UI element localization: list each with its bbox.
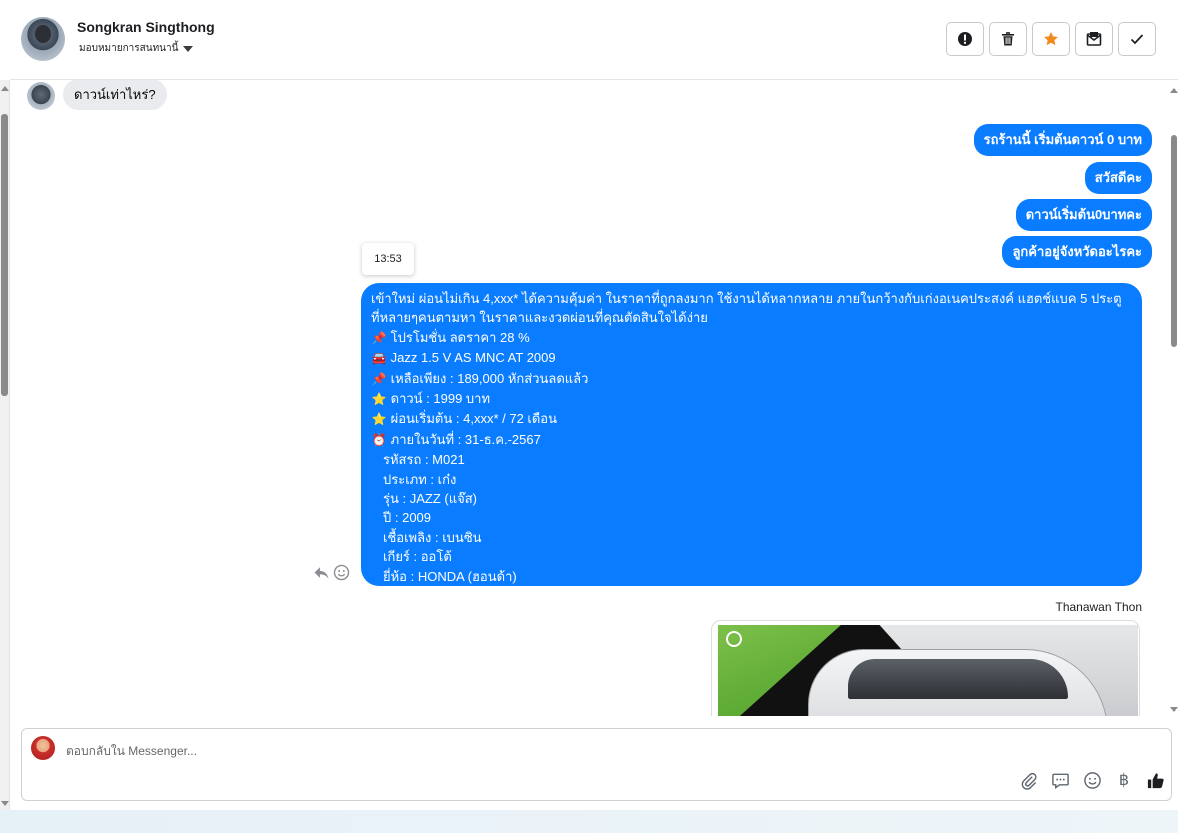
react-emoji-icon[interactable]: [333, 564, 350, 581]
car-photo[interactable]: [718, 625, 1138, 716]
scroll-down-arrow[interactable]: [1, 801, 9, 806]
scroll-up-arrow[interactable]: [1170, 88, 1178, 93]
reply-icon[interactable]: [313, 564, 330, 581]
outgoing-long-message[interactable]: เข้าใหม่ ผ่อนไม่เกิน 4,xxx* ได้ความคุ้มค…: [361, 283, 1142, 586]
star-button[interactable]: [1032, 22, 1070, 56]
saved-replies-icon[interactable]: [1051, 771, 1070, 790]
spec-line: เชื้อเพลิง : เบนซิน: [383, 529, 482, 545]
assign-conversation-dropdown[interactable]: มอบหมายการสนทนานี้: [79, 41, 194, 56]
message-intro: เข้าใหม่ ผ่อนไม่เกิน 4,xxx* ได้ความคุ้มค…: [371, 291, 1122, 326]
spec-line: รหัสรถ : M021: [383, 452, 465, 468]
scroll-down-arrow[interactable]: [1170, 707, 1178, 712]
message-actions: [313, 564, 350, 581]
incoming-message[interactable]: ดาวน์เท่าไหร่?: [63, 80, 167, 110]
outgoing-message[interactable]: สวัสดีคะ: [1084, 162, 1152, 194]
contact-name[interactable]: Songkran Singthong: [77, 19, 215, 35]
pin-icon: 📌: [371, 330, 387, 345]
baht-icon[interactable]: ฿: [1115, 771, 1133, 790]
spec-line: รุ่น : JAZZ (แจ๊ส): [383, 491, 477, 507]
reply-input[interactable]: ตอบกลับใน Messenger...: [66, 742, 197, 761]
outgoing-message[interactable]: ดาวน์เริ่มต้น0บาทคะ: [1015, 199, 1152, 231]
alarm-clock-icon: ⏰: [371, 432, 387, 447]
like-icon[interactable]: [1146, 771, 1165, 790]
installment-line: ⭐ ผ่อนเริ่มต้น : 4,xxx* / 72 เดือน: [371, 409, 1132, 429]
alert-icon: [958, 32, 972, 46]
promo-line: 📌 โปรโมชั่น ลดราคา 28 %: [371, 328, 1132, 348]
page-scrollbar[interactable]: [0, 80, 10, 810]
star-icon: ⭐: [371, 392, 387, 407]
delete-button[interactable]: [989, 22, 1027, 56]
scroll-thumb[interactable]: [1171, 135, 1177, 347]
mark-done-button[interactable]: [1118, 22, 1156, 56]
car-icon: 🚘: [371, 351, 387, 366]
sender-name: Thanawan Thon: [1055, 600, 1142, 614]
conversation-header: Songkran Singthong มอบหมายการสนทนานี้: [10, 0, 1178, 80]
page-avatar: [31, 736, 55, 760]
attach-icon[interactable]: [1019, 771, 1038, 790]
caret-down-icon: [183, 45, 194, 52]
scroll-thumb[interactable]: [1, 114, 8, 396]
model-line: 🚘 Jazz 1.5 V AS MNC AT 2009: [371, 348, 1132, 368]
sender-avatar[interactable]: [27, 82, 55, 110]
down-payment-line: ⭐ ดาวน์ : 1999 บาท: [371, 389, 1132, 409]
timestamp-tooltip: 13:53: [362, 243, 414, 275]
spec-line: ประเภท : เก๋ง: [383, 471, 457, 487]
outgoing-message[interactable]: ลูกค้าอยู่จังหวัดอะไรคะ: [1002, 236, 1152, 268]
deadline-line: ⏰ ภายในวันที่ : 31-ธ.ค.-2567: [371, 430, 1132, 450]
scroll-up-arrow[interactable]: [1, 86, 9, 91]
emoji-icon[interactable]: [1083, 771, 1102, 790]
contact-avatar[interactable]: [21, 17, 65, 61]
spec-line: ปี : 2009: [383, 510, 432, 526]
pin-icon: 📌: [371, 371, 387, 386]
spec-line: ยี่ห้อ : HONDA (ฮอนด้า): [383, 568, 517, 584]
report-button[interactable]: [946, 22, 984, 56]
reply-composer[interactable]: ตอบกลับใน Messenger... ฿: [21, 728, 1172, 801]
price-line: 📌 เหลือเพียง : 189,000 หักส่วนลดแล้ว: [371, 369, 1132, 389]
image-attachment[interactable]: [711, 620, 1140, 716]
thread-scrollbar[interactable]: [1170, 80, 1178, 716]
mark-unread-button[interactable]: [1075, 22, 1113, 56]
assign-label: มอบหมายการสนทนานี้: [79, 43, 179, 54]
check-icon: [1130, 34, 1144, 45]
star-icon: [1044, 32, 1058, 46]
message-thread[interactable]: ดาวน์เท่าไหร่? รถร้านนี้ เริ่มต้นดาวน์ 0…: [10, 80, 1170, 716]
outgoing-message[interactable]: รถร้านนี้ เริ่มต้นดาวน์ 0 บาท: [973, 124, 1152, 156]
composer-tools: ฿: [1019, 771, 1165, 790]
page-footer-band: [0, 810, 1178, 833]
trash-icon: [1002, 32, 1014, 46]
header-toolbar: [946, 22, 1156, 56]
spec-line: เกียร์ : ออโต้: [383, 549, 452, 565]
envelope-icon: [1086, 32, 1102, 46]
star-icon: ⭐: [371, 412, 387, 427]
dealer-logo: [726, 631, 806, 653]
